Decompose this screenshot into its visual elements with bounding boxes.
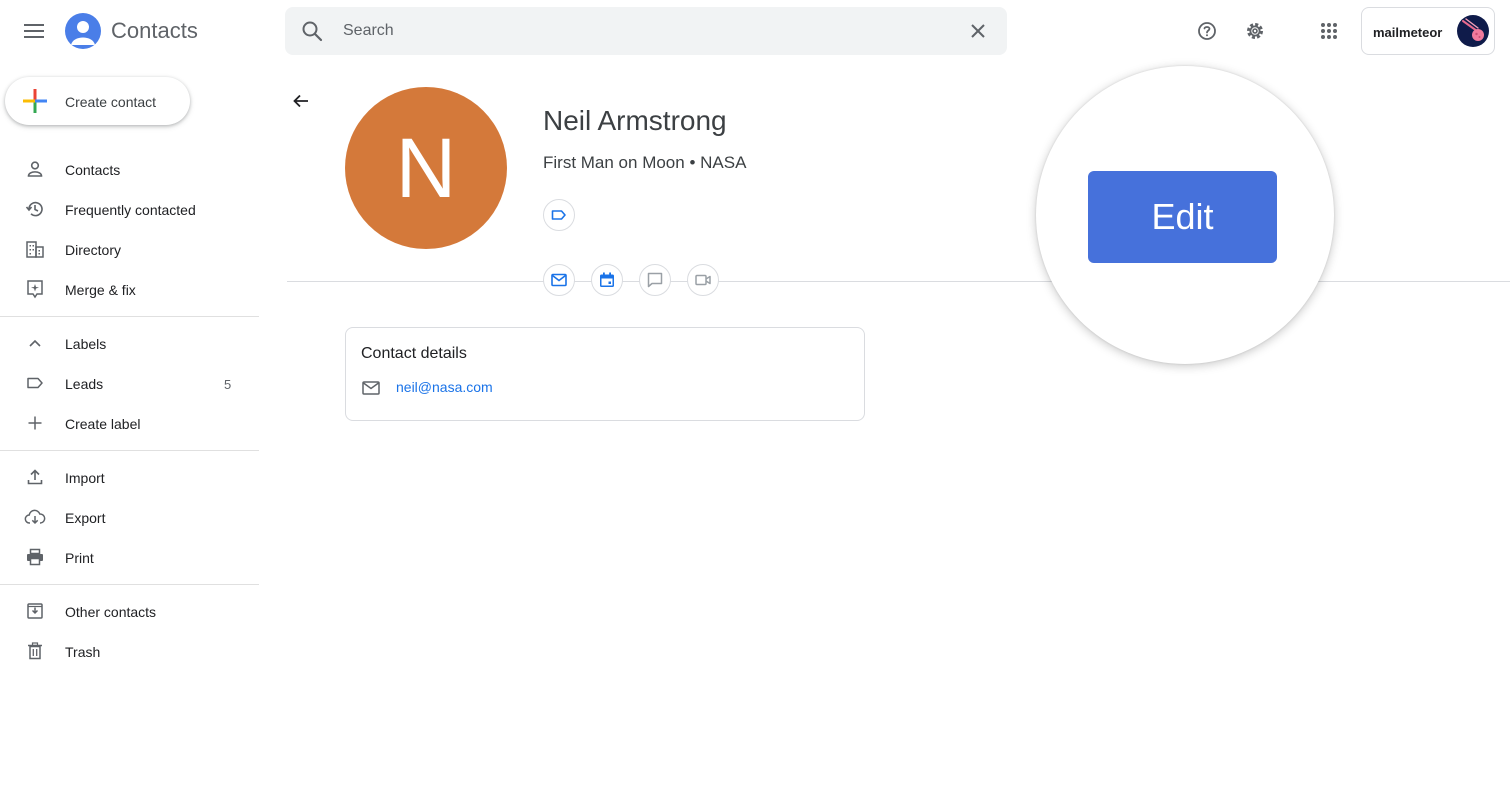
app-title: Contacts <box>111 18 198 43</box>
edit-contact-button[interactable]: Edit <box>1088 171 1277 263</box>
settings-button[interactable] <box>1239 15 1271 47</box>
sidebar-item-label: Print <box>65 550 94 566</box>
plus-icon <box>22 88 48 114</box>
plus-icon <box>24 412 46 434</box>
contacts-logo-icon <box>71 21 95 45</box>
contact-details-title: Contact details <box>361 345 467 362</box>
sidebar-item-label: Export <box>65 510 106 526</box>
history-icon <box>24 198 46 220</box>
back-button[interactable] <box>288 88 314 114</box>
meteor-logo-icon <box>1462 18 1484 41</box>
search-input[interactable] <box>343 14 943 48</box>
help-icon <box>1198 22 1216 40</box>
video-icon <box>695 274 711 286</box>
upload-icon <box>24 466 46 488</box>
building-icon <box>24 238 46 260</box>
email-action-button[interactable] <box>543 264 575 296</box>
video-call-button[interactable] <box>687 264 719 296</box>
label-icon <box>24 372 46 394</box>
chat-action-button[interactable] <box>639 264 671 296</box>
apps-button[interactable] <box>1313 15 1345 47</box>
clear-search-button[interactable] <box>962 15 994 47</box>
sidebar-item-label: Merge & fix <box>65 282 136 298</box>
sidebar-item-label: Import <box>65 470 105 486</box>
contact-avatar: N <box>345 87 507 249</box>
sidebar-item-label: Directory <box>65 242 122 258</box>
create-contact-label: Create contact <box>65 94 157 110</box>
sidebar-divider <box>0 316 259 317</box>
chat-icon <box>647 272 663 288</box>
contact-email-link[interactable]: neil@nasa.com <box>396 379 493 395</box>
cloud-download-icon <box>24 506 46 528</box>
help-button[interactable] <box>1191 15 1223 47</box>
sidebar-item-label: Contacts <box>65 162 121 178</box>
close-icon <box>971 24 985 38</box>
label-count: 5 <box>224 377 232 392</box>
account-avatar[interactable] <box>1457 15 1489 47</box>
gear-icon <box>1247 23 1263 39</box>
calendar-icon <box>600 272 614 287</box>
sidebar-divider <box>0 450 259 451</box>
account-name: mailmeteor <box>1373 25 1443 40</box>
sidebar-item-label: Other contacts <box>65 604 157 620</box>
mail-icon <box>551 273 567 287</box>
sidebar-item-label: Trash <box>65 644 101 660</box>
archive-icon <box>24 600 46 622</box>
apps-grid-icon <box>1321 23 1337 39</box>
search-icon[interactable] <box>300 19 324 43</box>
contact-details-card <box>345 327 865 421</box>
sidebar-item-label: Leads <box>65 376 104 392</box>
contact-subtitle: First Man on Moon • NASA <box>543 153 747 172</box>
manage-labels-button[interactable] <box>543 199 575 231</box>
merge-fix-icon <box>24 278 46 300</box>
header-divider <box>287 281 1510 282</box>
person-icon <box>24 158 46 180</box>
printer-icon <box>24 546 46 568</box>
chevron-up-icon <box>24 332 46 354</box>
sidebar-divider <box>0 584 259 585</box>
trash-icon <box>24 640 46 662</box>
labels-heading: Labels <box>65 336 107 352</box>
main-menu-button[interactable] <box>14 11 54 51</box>
mail-icon <box>361 378 381 398</box>
contacts-logo <box>65 13 101 49</box>
label-icon <box>551 210 566 220</box>
hamburger-icon <box>24 24 44 38</box>
arrow-back-icon <box>293 94 308 108</box>
create-label-text: Create label <box>65 416 141 432</box>
sidebar-item-label: Frequently contacted <box>65 202 196 218</box>
contact-name: Neil Armstrong <box>543 105 727 136</box>
schedule-event-button[interactable] <box>591 264 623 296</box>
